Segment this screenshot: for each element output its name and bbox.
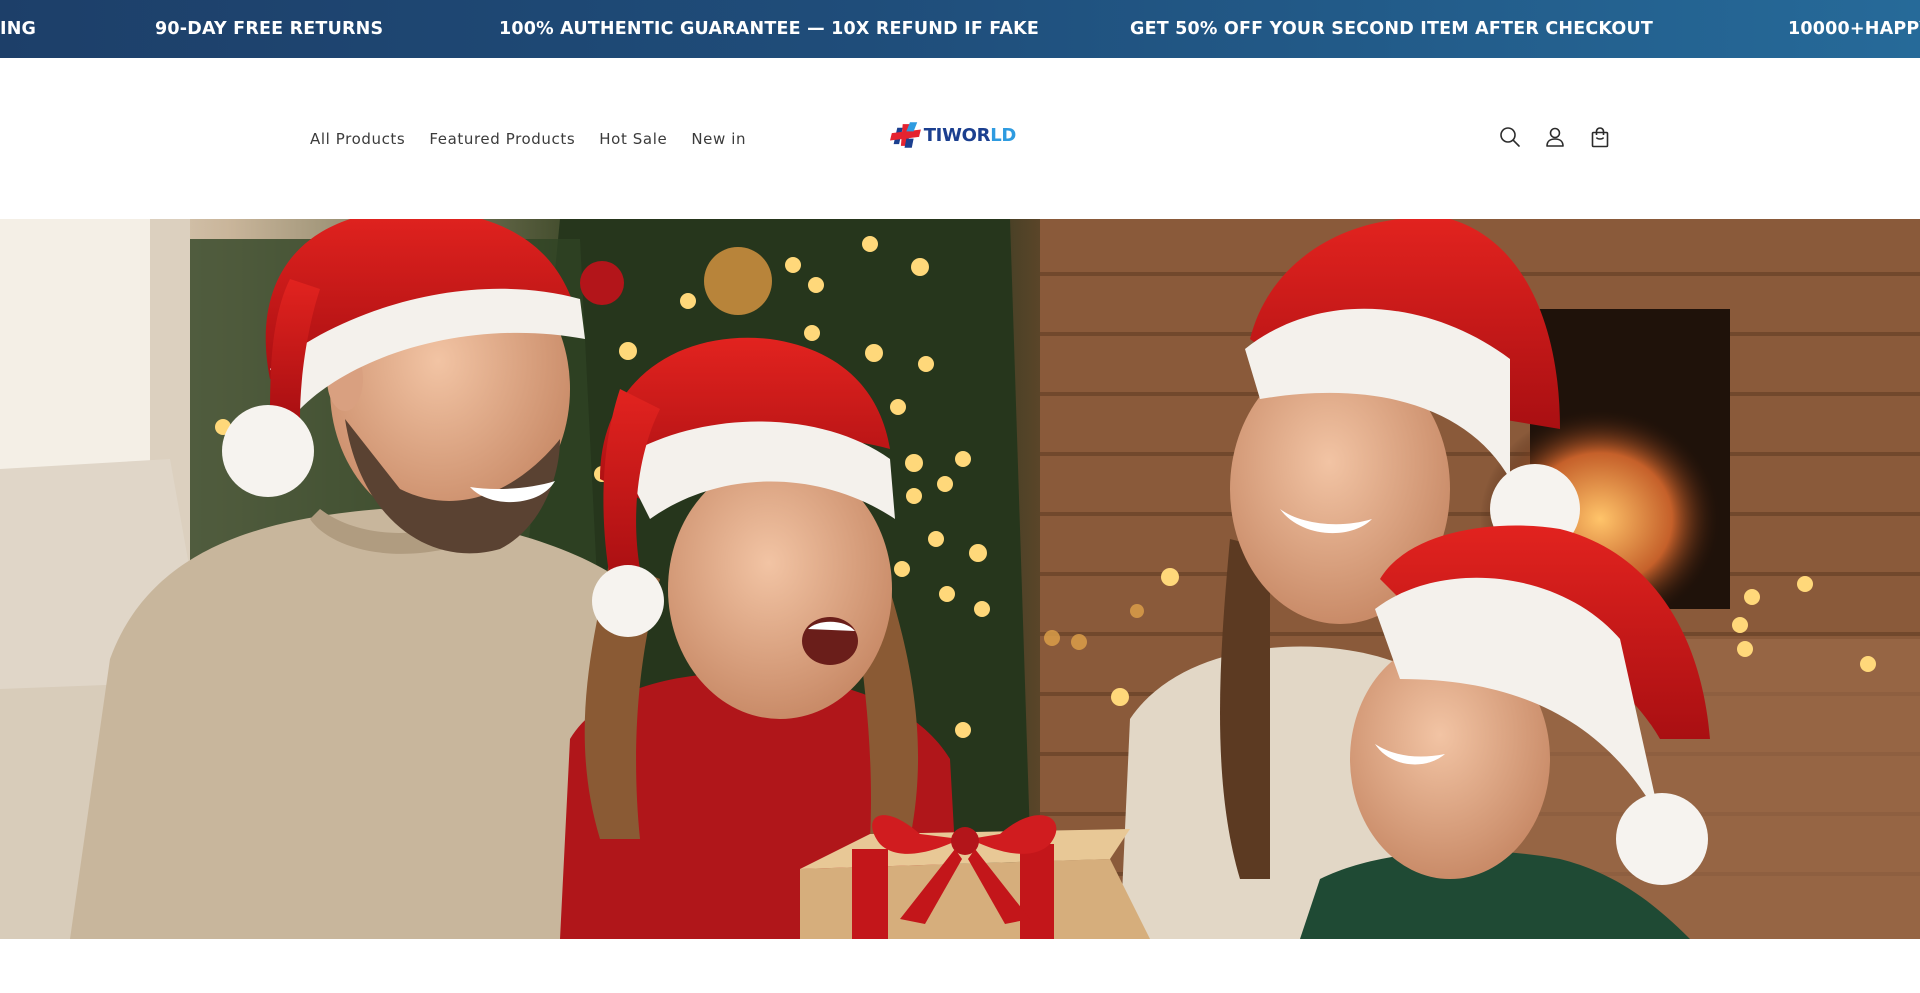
header-icons [1497, 124, 1613, 150]
hero-banner[interactable] [0, 219, 1920, 939]
main-nav: All Products Featured Products Hot Sale … [310, 58, 770, 219]
announcement-item: 90-DAY FREE RETURNS [155, 19, 384, 39]
site-header: All Products Featured Products Hot Sale … [0, 58, 1920, 219]
announcement-item: ING [0, 19, 37, 39]
nav-featured-products[interactable]: Featured Products [429, 130, 575, 148]
search-icon[interactable] [1497, 124, 1523, 150]
nav-new-in[interactable]: New in [691, 130, 746, 148]
announcement-item: GET 50% OFF YOUR SECOND ITEM AFTER CHECK… [1130, 19, 1654, 39]
nav-hot-sale[interactable]: Hot Sale [599, 130, 667, 148]
account-icon[interactable] [1542, 124, 1568, 150]
logo-text: TIWORLD [923, 124, 1017, 146]
hero-photo [0, 219, 1920, 939]
announcement-item: 10000+HAPPY [1788, 19, 1920, 39]
announcement-bar: ING 90-DAY FREE RETURNS 100% AUTHENTIC G… [0, 0, 1920, 58]
site-logo[interactable]: TIWORLD [890, 118, 1016, 152]
nav-all-products[interactable]: All Products [310, 130, 405, 148]
cart-icon[interactable] [1587, 124, 1613, 150]
announcement-item: 100% AUTHENTIC GUARANTEE — 10X REFUND IF… [499, 19, 1040, 39]
logo-mark-icon [890, 122, 921, 148]
